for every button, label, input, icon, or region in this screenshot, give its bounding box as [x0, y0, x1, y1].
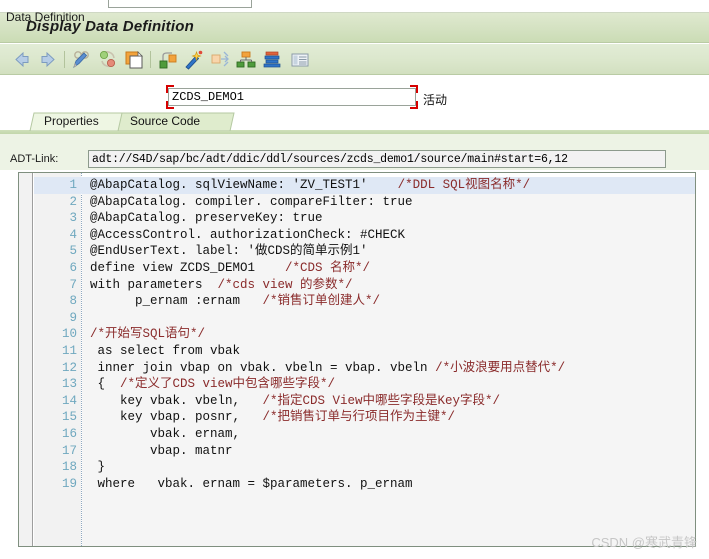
code-line-number: 7 [69, 277, 77, 292]
code-line[interactable]: 19 where vbak. ernam = $parameters. p_er… [34, 476, 695, 493]
code-line[interactable]: 17 vbap. matnr [34, 443, 695, 460]
adt-link-input[interactable] [88, 150, 666, 168]
code-line[interactable]: 12 inner join vbap on vbak. vbeln = vbap… [34, 360, 695, 377]
code-line-text: vbap. matnr [90, 443, 233, 458]
code-line-number: 13 [61, 377, 77, 392]
code-line-number: 4 [69, 227, 77, 242]
code-line-number: 10 [61, 327, 77, 342]
status-badge: 活动 [423, 93, 448, 107]
code-line[interactable]: 11 as select from vbak [34, 343, 695, 360]
data-definition-field-wrap [166, 85, 418, 109]
code-line-number: 3 [69, 211, 77, 226]
code-line-number: 19 [61, 476, 77, 491]
data-preview-icon[interactable] [260, 48, 284, 71]
window-titlebar: Display Data Definition [0, 13, 709, 43]
code-line-text: inner join vbap on vbak. vbeln = vbap. v… [90, 360, 566, 375]
command-field-partial[interactable] [108, 0, 252, 8]
code-line-number: 18 [61, 460, 77, 475]
code-line-number: 11 [61, 343, 77, 358]
data-definition-label: Data Definition [6, 10, 85, 24]
code-line-text: @AbapCatalog. compiler. compareFilter: t… [90, 194, 413, 209]
code-line[interactable]: 10 /*开始写SQL语句*/ [34, 326, 695, 343]
code-line[interactable]: 4 @AccessControl. authorizationCheck: #CH… [34, 227, 695, 244]
display-change-icon[interactable] [70, 48, 94, 71]
code-line-number: 9 [69, 310, 77, 325]
tab-source-code-label: Source Code [130, 114, 201, 128]
code-line-text: { /*定义了CDS view中包含哪些字段*/ [90, 377, 336, 392]
toolbar-separator-2 [150, 51, 151, 68]
activate-icon[interactable] [182, 48, 206, 71]
code-line[interactable]: 2 @AbapCatalog. compiler. compareFilter: … [34, 194, 695, 211]
code-line-text: /*开始写SQL语句*/ [90, 327, 206, 342]
other-object-icon[interactable] [122, 48, 146, 71]
code-line-text: vbak. ernam, [90, 426, 241, 441]
code-line-number: 1 [69, 178, 77, 192]
required-corner-top-left [166, 85, 174, 93]
code-line-number: 8 [69, 294, 77, 309]
code-line[interactable]: 9 [34, 310, 695, 327]
code-line-text: define view ZCDS_DEMO1 /*CDS 名称*/ [90, 260, 371, 275]
code-line-text: key vbak. vbeln, /*指定CDS View中哪些字段是Key字段… [90, 393, 501, 408]
code-line[interactable]: 8 p_ernam :ernam /*销售订单创建人*/ [34, 293, 695, 310]
code-line-number: 2 [69, 194, 77, 209]
adt-link-label: ADT-Link: [10, 153, 59, 165]
code-line-text: as select from vbak [90, 343, 241, 358]
code-line[interactable]: 5 @EndUserText. label: '做CDS的简单示例1' [34, 243, 695, 260]
navigate-icon[interactable] [208, 48, 232, 71]
required-corner-bottom-right [410, 101, 418, 109]
code-line-number: 16 [61, 426, 77, 441]
code-line-text: } [90, 460, 106, 475]
code-line[interactable]: 13 { /*定义了CDS view中包含哪些字段*/ [34, 376, 695, 393]
editor-code-area[interactable]: 1 @AbapCatalog. sqlViewName: 'ZV_TEST1' /… [34, 177, 695, 546]
code-line[interactable]: 14 key vbak. vbeln, /*指定CDS View中哪些字段是Ke… [34, 393, 695, 410]
hierarchy-icon[interactable] [234, 48, 258, 71]
code-line[interactable]: 1 @AbapCatalog. sqlViewName: 'ZV_TEST1' /… [34, 177, 695, 194]
tab-properties-label: Properties [44, 114, 99, 128]
code-line[interactable]: 16 vbak. ernam, [34, 426, 695, 443]
code-line[interactable]: 7 with parameters /*cds view 的参数*/ [34, 277, 695, 294]
code-line-number: 5 [69, 244, 77, 259]
tabstrip: Properties Source Code [0, 110, 709, 134]
code-line-text: @AbapCatalog. preserveKey: true [90, 211, 323, 226]
code-line[interactable]: 18 } [34, 459, 695, 476]
top-strip [0, 0, 709, 13]
code-line-number: 12 [61, 360, 77, 375]
code-line-number: 14 [61, 393, 77, 408]
forward-icon[interactable] [36, 48, 60, 71]
data-definition-input[interactable] [168, 88, 416, 106]
code-line-text: with parameters /*cds view 的参数*/ [90, 277, 353, 292]
code-line[interactable]: 3 @AbapCatalog. preserveKey: true [34, 210, 695, 227]
code-line-number: 6 [69, 260, 77, 275]
code-line-text: @AccessControl. authorizationCheck: #CHE… [90, 227, 406, 242]
editor-folding-margin[interactable] [19, 173, 33, 546]
back-icon[interactable] [10, 48, 34, 71]
display-list-icon[interactable] [288, 48, 312, 71]
required-corner-top-right [410, 85, 418, 93]
where-used-list-icon[interactable] [156, 48, 180, 71]
code-line[interactable]: 6 define view ZCDS_DEMO1 /*CDS 名称*/ [34, 260, 695, 277]
required-corner-bottom-left [166, 101, 174, 109]
code-line-number: 17 [61, 443, 77, 458]
code-line-text: @AbapCatalog. sqlViewName: 'ZV_TEST1' /*… [90, 178, 531, 192]
code-line-text: key vbap. posnr, /*把销售订单与行项目作为主键*/ [90, 410, 456, 425]
toolbar-separator [64, 51, 65, 68]
main-toolbar [0, 44, 709, 75]
source-code-editor[interactable]: 1 @AbapCatalog. sqlViewName: 'ZV_TEST1' /… [18, 172, 696, 547]
code-line-text: @EndUserText. label: '做CDS的简单示例1' [90, 244, 368, 259]
code-line-text: p_ernam :ernam /*销售订单创建人*/ [90, 294, 381, 309]
code-line[interactable]: 15 key vbap. posnr, /*把销售订单与行项目作为主键*/ [34, 409, 695, 426]
code-line-text: where vbak. ernam = $parameters. p_ernam [90, 476, 413, 491]
check-icon[interactable] [96, 48, 120, 71]
code-line-number: 15 [61, 410, 77, 425]
